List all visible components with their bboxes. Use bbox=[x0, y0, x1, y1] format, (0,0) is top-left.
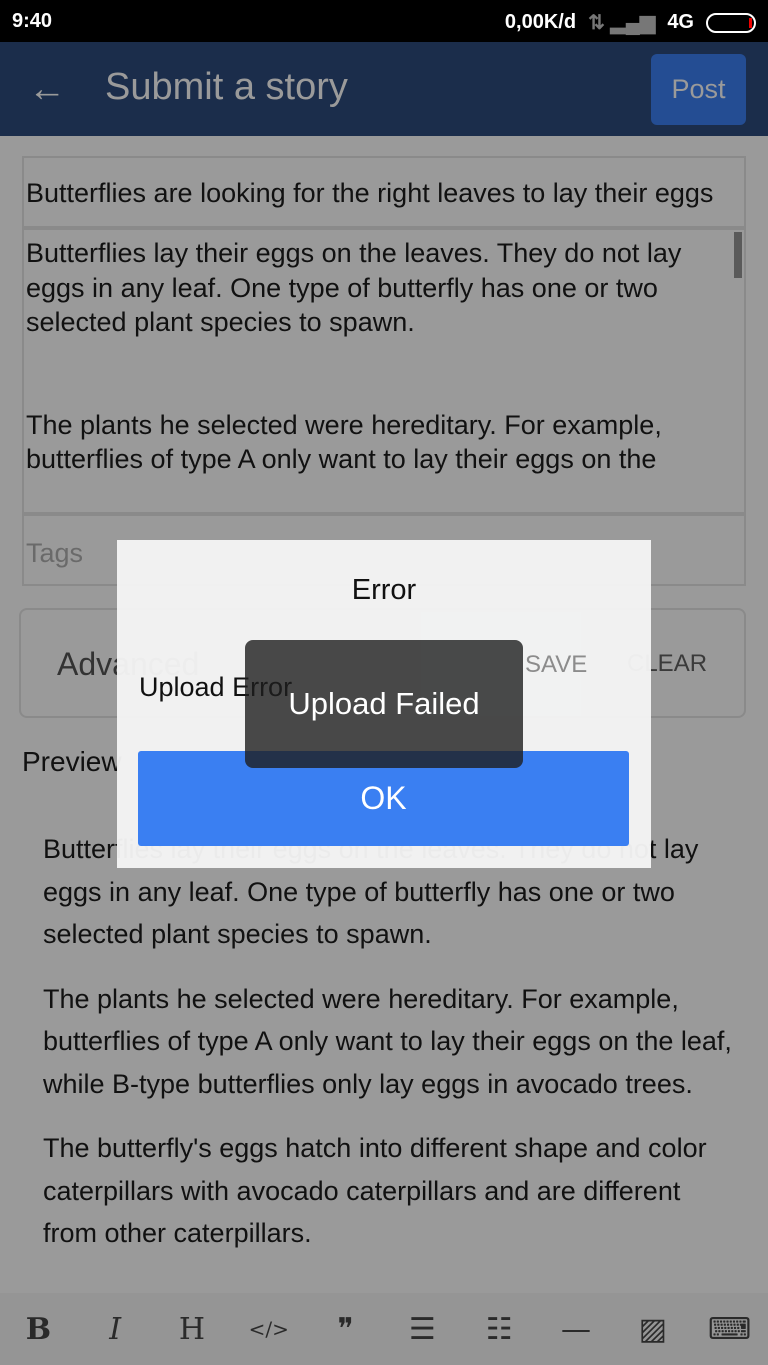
clock: 9:40 bbox=[12, 10, 53, 32]
heading-icon[interactable]: H bbox=[162, 1312, 222, 1347]
horizontal-rule-icon[interactable]: — bbox=[546, 1312, 606, 1347]
dialog-title: Error bbox=[351, 574, 417, 606]
preview-paragraph: The plants he selected were hereditary. … bbox=[43, 983, 732, 1099]
keyboard-icon[interactable]: ⌨ bbox=[700, 1312, 760, 1347]
italic-icon[interactable]: I bbox=[85, 1312, 145, 1347]
page-title: Submit a story bbox=[105, 66, 348, 108]
status-bar: 9:40 0,00K/d ⇅ ▂▄▆ 4G bbox=[0, 0, 768, 42]
body-line: Butterflies lay their eggs on the leaves… bbox=[26, 238, 682, 337]
network-type: 4G bbox=[667, 11, 694, 33]
app-bar: ← Submit a story Post bbox=[0, 42, 768, 136]
battery-icon bbox=[706, 12, 756, 33]
body-line: The plants he selected were hereditary. … bbox=[26, 409, 662, 475]
bold-icon[interactable]: B bbox=[8, 1312, 68, 1347]
editor-toolbar: B I H </> ❞ ☰ ☷ — ▨ ⌨ bbox=[0, 1293, 768, 1365]
body-textarea[interactable]: Butterflies lay their eggs on the leaves… bbox=[22, 228, 746, 514]
preview-content: Butterflies lay their eggs on the leaves… bbox=[43, 828, 733, 1277]
post-button[interactable]: Post bbox=[651, 54, 746, 125]
scrollbar[interactable] bbox=[734, 232, 742, 278]
body-line bbox=[26, 340, 714, 374]
toast-message: Upload Failed bbox=[245, 640, 523, 768]
code-icon[interactable]: </> bbox=[239, 1317, 299, 1341]
network-speed: 0,00K/d bbox=[504, 11, 577, 33]
title-input[interactable]: Butterflies are looking for the right le… bbox=[22, 156, 746, 228]
preview-paragraph: The butterfly's eggs hatch into differen… bbox=[43, 1133, 707, 1248]
body-line bbox=[26, 374, 714, 408]
save-label: SAVE bbox=[525, 651, 588, 678]
arrow-left-icon[interactable]: ← bbox=[28, 68, 66, 111]
signal-icon: ⇅ ▂▄▆ bbox=[588, 12, 656, 34]
preview-label: Preview bbox=[22, 746, 122, 777]
ordered-list-icon[interactable]: ☰ bbox=[392, 1312, 452, 1347]
quote-icon[interactable]: ❞ bbox=[316, 1312, 376, 1347]
image-icon[interactable]: ▨ bbox=[623, 1312, 683, 1347]
unordered-list-icon[interactable]: ☷ bbox=[469, 1312, 529, 1347]
